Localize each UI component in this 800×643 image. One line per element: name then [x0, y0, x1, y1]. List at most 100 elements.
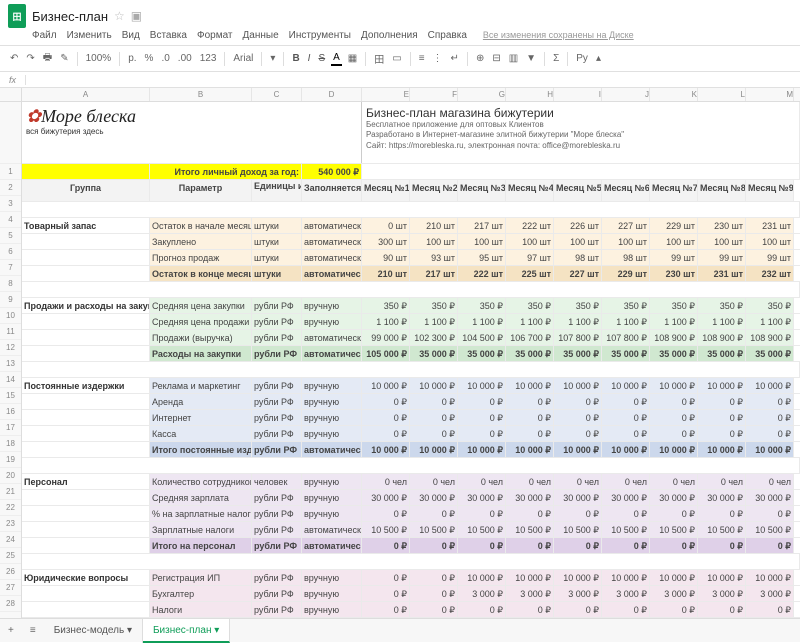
cell-param[interactable]: Остаток в начале месяца	[150, 218, 252, 233]
paint-icon[interactable]: ✎	[58, 52, 70, 65]
cell-param[interactable]: Средняя зарплата	[150, 490, 252, 505]
cell-value[interactable]: 0 ₽	[362, 410, 410, 425]
redo-icon[interactable]: ↷	[24, 52, 36, 65]
data-row[interactable]: Постоянные издержкиРеклама и маркетингру…	[22, 378, 800, 394]
hdr-fill[interactable]: Заполняется	[302, 180, 362, 201]
cell-param[interactable]: Аренда	[150, 394, 252, 409]
cell-units[interactable]: рубли РФ	[252, 538, 302, 553]
cell-value[interactable]: 30 000 ₽	[650, 490, 698, 505]
cell-value[interactable]: 1 100 ₽	[602, 314, 650, 329]
hdr-group[interactable]: Группа	[22, 180, 150, 201]
cell-value[interactable]: 10 000 ₽	[410, 442, 458, 457]
cell-value[interactable]: 232 шт	[746, 266, 794, 281]
data-row[interactable]: Товарный запасОстаток в начале месяцашту…	[22, 218, 800, 234]
cell-value[interactable]: 0 ₽	[458, 394, 506, 409]
cell-param[interactable]: Расходы на закупки	[150, 346, 252, 361]
data-row[interactable]: Зарплатные налогирубли РФавтоматически10…	[22, 522, 800, 538]
cell-value[interactable]: 10 000 ₽	[458, 378, 506, 393]
cell-value[interactable]: 30 000 ₽	[458, 490, 506, 505]
row-header[interactable]: 20	[0, 468, 21, 484]
doc-title[interactable]: Бизнес-план	[32, 9, 108, 24]
col-B[interactable]: B	[150, 88, 252, 101]
cell-fill[interactable]: автоматически	[302, 538, 362, 553]
cell-value[interactable]: 0 ₽	[458, 410, 506, 425]
cell-value[interactable]: 231 шт	[698, 266, 746, 281]
data-row[interactable]	[22, 554, 800, 570]
cell-group[interactable]	[22, 250, 150, 265]
cell-value[interactable]: 30 000 ₽	[554, 490, 602, 505]
menu-insert[interactable]: Вставка	[150, 30, 187, 41]
cell-value[interactable]: 227 шт	[554, 266, 602, 281]
cell-value[interactable]: 30 000 ₽	[506, 490, 554, 505]
functions-btn[interactable]: Σ	[551, 52, 561, 65]
income-row[interactable]: Итого личный доход за год: 540 000 ₽	[22, 164, 800, 180]
info-cell[interactable]: Бизнес-план магазина бижутерии Бесплатно…	[362, 102, 800, 163]
cell-value[interactable]: 10 000 ₽	[602, 570, 650, 585]
hdr-m8[interactable]: Месяц №8	[698, 180, 746, 201]
cell-value[interactable]: 10 500 ₽	[650, 522, 698, 537]
cell-value[interactable]: 0 ₽	[362, 602, 410, 617]
col-C[interactable]: C	[252, 88, 302, 101]
column-headers[interactable]: A B C D E F G H I J K L M	[0, 88, 800, 102]
hdr-m3[interactable]: Месяц №3	[458, 180, 506, 201]
print-icon[interactable]: 🖶	[41, 49, 54, 68]
cell-param[interactable]: Количество сотрудников	[150, 474, 252, 489]
input-lang-btn[interactable]: Ру	[574, 52, 590, 65]
header-row[interactable]: Группа Параметр Единицы измерения Заполн…	[22, 180, 800, 202]
tab-model[interactable]: Бизнес-модель ▾	[44, 619, 143, 643]
row-header[interactable]: 13	[0, 356, 21, 372]
cell-units[interactable]: рубли РФ	[252, 330, 302, 345]
cell-value[interactable]: 0 ₽	[698, 506, 746, 521]
cell-value[interactable]: 0 ₽	[410, 506, 458, 521]
cell-group[interactable]	[22, 490, 150, 505]
cell-value[interactable]: 10 500 ₽	[410, 522, 458, 537]
cell-fill[interactable]: вручную	[302, 474, 362, 489]
col-A[interactable]: A	[22, 88, 150, 101]
cell-value[interactable]: 10 000 ₽	[746, 442, 794, 457]
star-icon[interactable]: ☆	[114, 9, 125, 23]
cell-value[interactable]: 90 шт	[362, 250, 410, 265]
cell-value[interactable]: 10 000 ₽	[698, 570, 746, 585]
cell-value[interactable]: 107 800 ₽	[554, 330, 602, 345]
cell-value[interactable]: 35 000 ₽	[650, 346, 698, 361]
data-row[interactable]: Юридические вопросыРегистрация ИПрубли Р…	[22, 570, 800, 586]
row-header[interactable]: 22	[0, 500, 21, 516]
cell-value[interactable]: 102 300 ₽	[410, 330, 458, 345]
data-row[interactable]: Прогноз продажштукиавтоматически90 шт93 …	[22, 250, 800, 266]
cell-value[interactable]: 98 шт	[554, 250, 602, 265]
cell-value[interactable]: 35 000 ₽	[554, 346, 602, 361]
cell-param[interactable]: Касса	[150, 426, 252, 441]
cell[interactable]	[22, 164, 150, 179]
cell-param[interactable]: Итого на персонал	[150, 538, 252, 553]
cell-value[interactable]: 0 чел	[362, 474, 410, 489]
row-header[interactable]: 28	[0, 596, 21, 612]
cell-value[interactable]: 10 000 ₽	[554, 570, 602, 585]
hdr-m1[interactable]: Месяц №1	[362, 180, 410, 201]
cell-value[interactable]: 100 шт	[506, 234, 554, 249]
cell-value[interactable]: 0 ₽	[362, 586, 410, 601]
cell-value[interactable]: 10 000 ₽	[506, 442, 554, 457]
chevron-up-icon[interactable]: ▴	[594, 52, 603, 65]
cell-param[interactable]: Интернет	[150, 410, 252, 425]
col-D[interactable]: D	[302, 88, 362, 101]
folder-icon[interactable]: ▣	[131, 9, 142, 23]
cell-value[interactable]: 222 шт	[506, 218, 554, 233]
cell-units[interactable]: рубли РФ	[252, 602, 302, 617]
cell-units[interactable]: рубли РФ	[252, 314, 302, 329]
cell-value[interactable]: 350 ₽	[650, 298, 698, 313]
cell-value[interactable]: 350 ₽	[362, 298, 410, 313]
row-header[interactable]: 2	[0, 180, 21, 196]
cell-units[interactable]: рубли РФ	[252, 506, 302, 521]
cell-units[interactable]: рубли РФ	[252, 378, 302, 393]
cell-value[interactable]: 1 100 ₽	[554, 314, 602, 329]
cell-value[interactable]: 98 шт	[602, 250, 650, 265]
menu-format[interactable]: Формат	[197, 30, 233, 41]
cell-value[interactable]: 0 ₽	[650, 602, 698, 617]
cell-group[interactable]	[22, 234, 150, 249]
cell-value[interactable]: 0 ₽	[650, 410, 698, 425]
cell-value[interactable]: 0 ₽	[746, 602, 794, 617]
cell-value[interactable]: 10 000 ₽	[506, 570, 554, 585]
cell-value[interactable]: 10 000 ₽	[362, 378, 410, 393]
cell-value[interactable]: 30 000 ₽	[746, 490, 794, 505]
cell-value[interactable]: 93 шт	[410, 250, 458, 265]
